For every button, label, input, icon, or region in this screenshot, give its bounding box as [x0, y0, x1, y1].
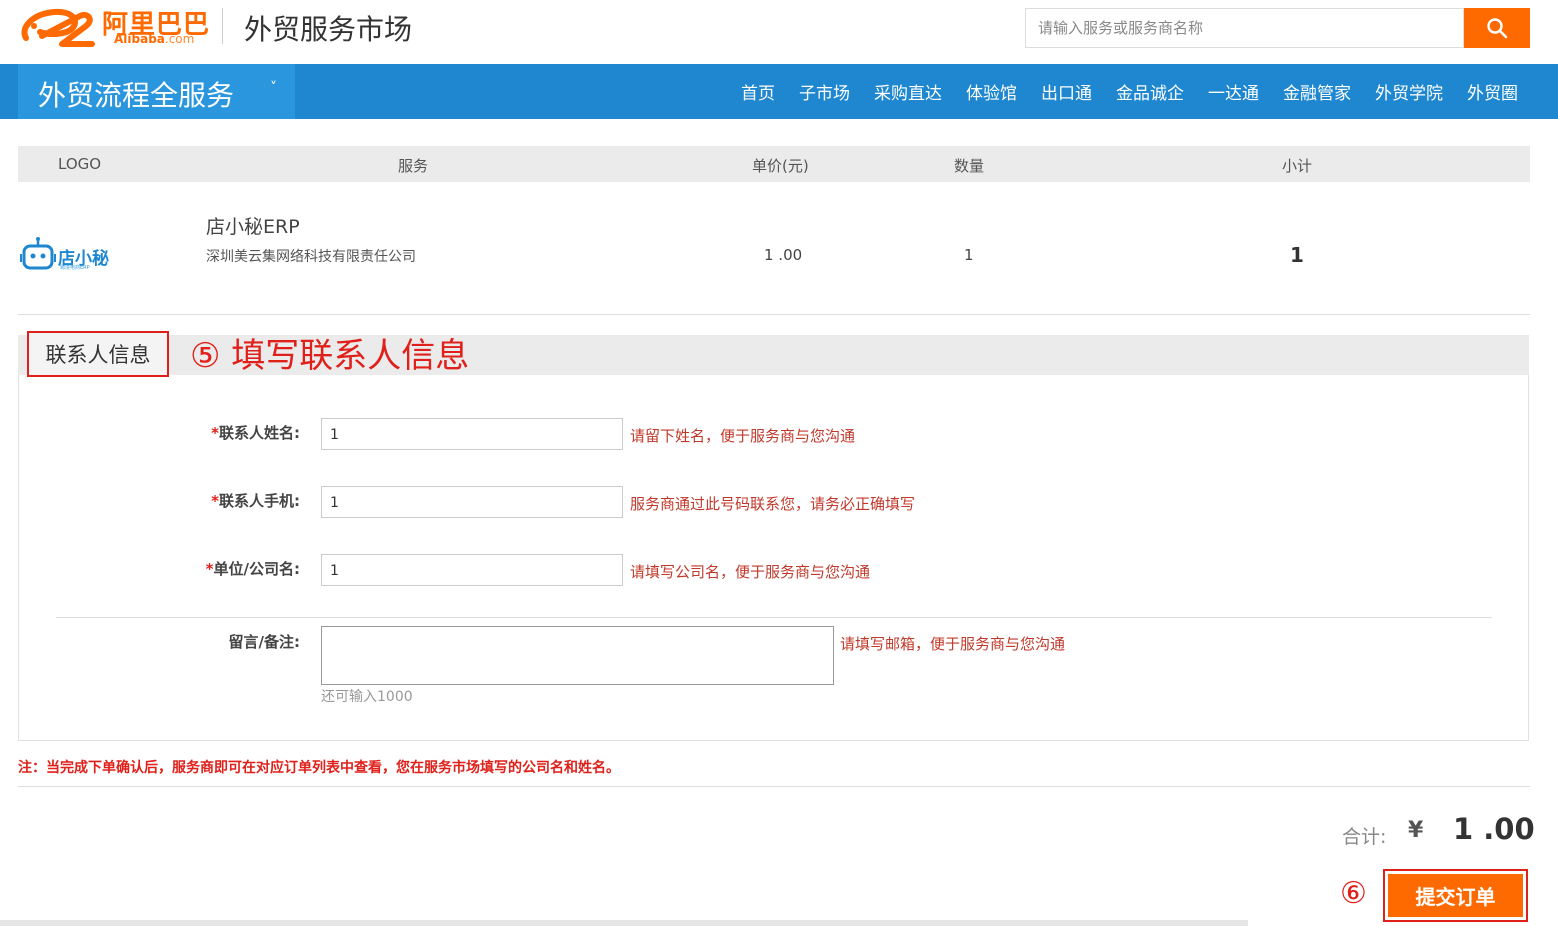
brand-name-en: Alibaba.com	[114, 32, 194, 46]
product-quantity: 1	[964, 246, 974, 264]
company-name-label: *单位/公司名:	[160, 558, 300, 579]
divider	[18, 314, 1530, 315]
required-mark: *	[205, 560, 214, 578]
search-icon	[1487, 18, 1508, 39]
submit-highlight: 提交订单	[1383, 869, 1528, 922]
remark-char-counter: 还可输入1000	[321, 689, 413, 705]
contact-name-label: *联系人姓名:	[160, 422, 300, 443]
nav-item[interactable]: 体验馆	[954, 79, 1029, 104]
market-title: 外贸服务市场	[244, 13, 413, 46]
nav-item[interactable]: 金品诚企	[1104, 79, 1196, 104]
currency-symbol: ¥	[1408, 818, 1424, 843]
product-name[interactable]: 店小秘ERP	[206, 212, 300, 239]
alibaba-logo-icon[interactable]	[18, 6, 100, 52]
brand-en-suffix: .com	[164, 32, 195, 46]
nav-links: 首页 子市场 采购直达 体验馆 出口通 金品诚企 一达通 金融管家 外贸学院 外贸圈	[729, 64, 1530, 119]
robot-logo-icon	[20, 236, 56, 272]
page-bottom-strip	[0, 920, 1248, 926]
divider	[56, 617, 1492, 618]
search-box	[1025, 8, 1464, 48]
nav-item[interactable]: 出口通	[1029, 79, 1104, 104]
col-header-logo: LOGO	[58, 155, 102, 173]
nav-item[interactable]: 一达通	[1196, 79, 1271, 104]
contact-section-tab: 联系人信息	[27, 331, 169, 377]
total-label: 合计:	[1342, 826, 1387, 848]
company-name-label-text: 单位/公司名:	[213, 560, 300, 578]
search-button[interactable]	[1464, 8, 1530, 48]
col-header-service: 服务	[398, 157, 429, 175]
company-name-hint: 请填写公司名，便于服务商与您沟通	[630, 563, 871, 581]
product-company: 深圳美云集网络科技有限责任公司	[206, 249, 416, 265]
remark-label: 留言/备注:	[228, 633, 300, 651]
header-divider	[222, 8, 223, 44]
col-header-quantity: 数量	[954, 157, 985, 175]
required-mark: *	[211, 492, 219, 510]
product-price: 1 .00	[764, 246, 803, 264]
divider	[18, 786, 1530, 787]
chevron-down-icon[interactable]: ˅	[270, 80, 277, 96]
contact-phone-hint: 服务商通过此号码联系您，请务必正确填写	[630, 495, 916, 513]
col-header-subtotal: 小计	[1282, 157, 1313, 175]
total-amount: 1 .00	[1453, 812, 1535, 846]
contact-phone-label: *联系人手机:	[160, 490, 300, 511]
contact-name-label-text: 联系人姓名:	[219, 424, 300, 442]
step5-annotation: ⑤ 填写联系人信息	[190, 336, 470, 376]
col-header-price: 单价(元)	[752, 157, 809, 175]
order-note: 注：当完成下单确认后，服务商即可在对应订单列表中查看，您在服务市场填写的公司名和…	[18, 760, 620, 776]
nav-item[interactable]: 外贸学院	[1363, 79, 1455, 104]
required-mark: *	[211, 424, 219, 442]
contact-phone-input[interactable]: 1	[321, 486, 623, 518]
submit-order-button[interactable]: 提交订单	[1388, 874, 1523, 917]
nav-item[interactable]: 子市场	[787, 79, 862, 104]
product-subtotal: 1	[1290, 243, 1304, 267]
brand-en-main: Alibaba	[114, 32, 165, 46]
remark-hint: 请填写邮箱，便于服务商与您沟通	[840, 635, 1066, 653]
category-menu-label[interactable]: 外贸流程全服务	[38, 74, 234, 114]
nav-item[interactable]: 首页	[729, 79, 787, 104]
nav-item[interactable]: 采购直达	[862, 79, 954, 104]
step6-annotation: ⑥	[1340, 876, 1367, 911]
nav-item[interactable]: 外贸圈	[1455, 79, 1530, 104]
contact-phone-label-text: 联系人手机:	[219, 492, 300, 510]
company-name-input[interactable]: 1	[321, 554, 623, 586]
remark-textarea[interactable]	[321, 626, 834, 685]
contact-name-input[interactable]: 1	[321, 418, 623, 450]
search-input[interactable]	[1026, 9, 1463, 47]
product-logo-subtext: 跨境电商ERP	[60, 265, 90, 271]
nav-item[interactable]: 金融管家	[1271, 79, 1363, 104]
contact-name-hint: 请留下姓名，便于服务商与您沟通	[630, 427, 856, 445]
